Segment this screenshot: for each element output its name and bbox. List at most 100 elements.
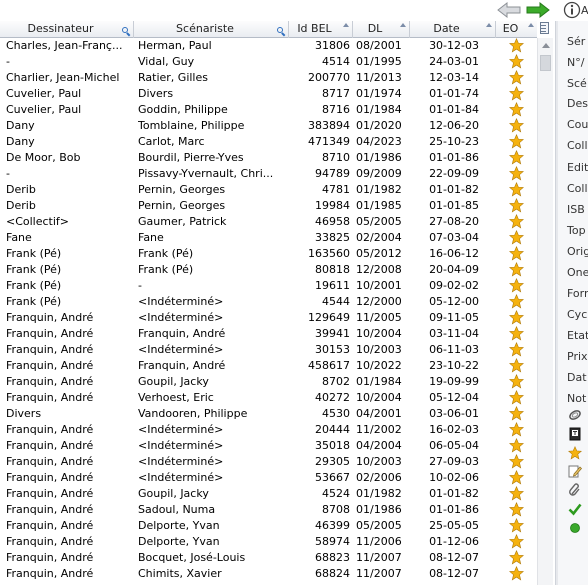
table-row[interactable]: Divers Vandooren, Philippe 4530 04/2001 03-0… — [0, 406, 537, 422]
detail-field-label: Coll — [567, 139, 588, 152]
table-row[interactable]: Frank (Pé) Frank (Pé) 163560 05/2012 16-06-1… — [0, 246, 537, 262]
star-icon — [567, 445, 583, 460]
col-header-dessinateur[interactable]: Dessinateur — [0, 21, 134, 38]
star-icon — [509, 246, 527, 262]
col-header-date[interactable]: Date — [410, 21, 496, 38]
table-row[interactable]: Dany Carlot, Marc 471349 04/2023 25-10-23 — [0, 134, 537, 150]
table-row[interactable]: Frank (Pé) - 19611 10/2001 09-02-02 — [0, 278, 537, 294]
star-icon — [509, 502, 527, 518]
cell-date: 01-01-86 — [429, 503, 479, 516]
cell-dl: 10/2022 — [356, 359, 402, 372]
detail-field-label: N°/ — [567, 56, 585, 69]
table-row[interactable]: Derib Pernin, Georges 19984 01/1985 01-01-85 — [0, 198, 537, 214]
cell-id-bel: 94789 — [315, 167, 350, 180]
col-header-eo[interactable]: EO — [496, 21, 537, 38]
cell-dessinateur: Franquin, André — [6, 567, 94, 580]
cell-dl: 04/2001 — [356, 407, 402, 420]
table-row[interactable]: Charlier, Jean-Michel Ratier, Gilles 20077… — [0, 70, 537, 86]
cell-dessinateur: Franquin, André — [6, 535, 94, 548]
cell-id-bel: 471349 — [308, 135, 350, 148]
back-arrow-icon[interactable] — [497, 2, 521, 18]
table-row[interactable]: Cuvelier, Paul Goddin, Philippe 8716 01/198… — [0, 102, 537, 118]
cell-id-bel: 30153 — [315, 343, 350, 356]
table-row[interactable]: Cuvelier, Paul Divers 8717 01/1974 01-01-74 — [0, 86, 537, 102]
cell-date: 16-06-12 — [429, 247, 479, 260]
cell-date: 03-11-04 — [429, 327, 479, 340]
star-icon — [509, 214, 527, 230]
cell-dessinateur: Derib — [6, 183, 36, 196]
search-icon[interactable] — [122, 27, 131, 37]
cell-id-bel: 4530 — [322, 407, 350, 420]
table-row[interactable]: Franquin, André Goupil, Jacky 4524 01/1982 0… — [0, 486, 537, 502]
cell-dessinateur: Franquin, André — [6, 359, 94, 372]
col-header-label: Date — [433, 22, 460, 35]
star-icon — [509, 358, 527, 374]
table-row[interactable]: De Moor, Bob Bourdil, Pierre-Yves 8710 01/1… — [0, 150, 537, 166]
table-row[interactable]: Fane Fane 33825 02/2004 07-03-04 — [0, 230, 537, 246]
cell-id-bel: 200770 — [308, 71, 350, 84]
table-row[interactable]: Dany Tomblaine, Philippe 383894 01/2020 12-0… — [0, 118, 537, 134]
cell-scenariste: <Indéterminé> — [138, 439, 224, 452]
table-row[interactable]: Frank (Pé) Frank (Pé) 80818 12/2008 20-04-09 — [0, 262, 537, 278]
table-row[interactable]: Franquin, André <Indéterminé> 29305 10/2003… — [0, 454, 537, 470]
table-row[interactable]: Franquin, André Goupil, Jacky 8702 01/1984 1… — [0, 374, 537, 390]
cell-dl: 01/1995 — [356, 55, 402, 68]
table-row[interactable]: Franquin, André <Indéterminé> 20444 11/2002… — [0, 422, 537, 438]
cell-scenariste: Vandooren, Philippe — [138, 407, 248, 420]
table-row[interactable]: Franquin, André Bocquet, José-Louis 68823 1… — [0, 550, 537, 566]
detail-panel: Sér N°/ Scé Des Cou Coll Edit Coll ISB Top Orig One… — [558, 21, 588, 585]
sort-asc-icon — [528, 23, 534, 27]
table-row[interactable]: - Pissavy-Yvernault, Chri... 94789 09/2009 2… — [0, 166, 537, 182]
table-row[interactable]: Frank (Pé) <Indéterminé> 4544 12/2000 05-12-… — [0, 294, 537, 310]
cell-date: 05-12-00 — [429, 295, 479, 308]
star-icon — [509, 550, 527, 566]
cell-id-bel: 19611 — [315, 279, 350, 292]
table-row[interactable]: - Vidal, Guy 4514 01/1995 24-03-01 — [0, 54, 537, 70]
cell-id-bel: 68824 — [315, 567, 350, 580]
table-row[interactable]: Franquin, André <Indéterminé> 30153 10/2003… — [0, 342, 537, 358]
star-icon — [509, 326, 527, 342]
search-icon[interactable] — [277, 27, 286, 37]
forward-arrow-icon[interactable] — [526, 2, 550, 18]
cell-id-bel: 163560 — [308, 247, 350, 260]
cell-dl: 01/1982 — [356, 183, 402, 196]
cell-date: 08-12-07 — [429, 551, 479, 564]
table-row[interactable]: Franquin, André <Indéterminé> 35018 04/2004… — [0, 438, 537, 454]
table-row[interactable]: Franquin, André Sadoul, Numa 8708 01/1986 01… — [0, 502, 537, 518]
clip-icon — [568, 408, 582, 422]
table-row[interactable]: Franquin, André <Indéterminé> 53667 02/2006… — [0, 470, 537, 486]
cell-dl: 01/1982 — [356, 487, 402, 500]
table-row[interactable]: <Collectif> Gaumer, Patrick 46958 05/2005 27… — [0, 214, 537, 230]
table-row[interactable]: Franquin, André Delporte, Yvan 58974 11/200… — [0, 534, 537, 550]
star-icon — [509, 310, 527, 326]
table-row[interactable]: Franquin, André <Indéterminé> 129649 11/200… — [0, 310, 537, 326]
cell-date: 10-02-06 — [429, 471, 479, 484]
star-icon — [509, 230, 527, 246]
table-row[interactable]: Charles, Jean-Franç... Herman, Paul 31806 0… — [0, 38, 537, 54]
scroll-up-icon[interactable] — [542, 43, 550, 48]
star-icon — [509, 118, 527, 134]
cell-id-bel: 46958 — [315, 215, 350, 228]
cell-dl: 12/2000 — [356, 295, 402, 308]
table-row[interactable]: Franquin, André Franquin, André 39941 10/20… — [0, 326, 537, 342]
table-row[interactable]: Franquin, André Verhoest, Eric 40272 10/200… — [0, 390, 537, 406]
col-header-id-bel[interactable]: Id BEL — [289, 21, 353, 38]
col-header-scenariste[interactable]: Scénariste — [134, 21, 289, 38]
info-icon[interactable] — [563, 1, 581, 19]
scroll-thumb[interactable] — [540, 55, 551, 71]
sort-asc-icon — [400, 23, 406, 27]
vertical-scrollbar[interactable] — [537, 38, 553, 585]
column-config-icon[interactable] — [539, 22, 550, 36]
col-header-dl[interactable]: DL — [353, 21, 410, 38]
table-row[interactable]: Franquin, André Chimits, Xavier 68824 11/20… — [0, 566, 537, 582]
cell-scenariste: <Indéterminé> — [138, 423, 224, 436]
check-icon — [568, 502, 582, 516]
table-row[interactable]: Franquin, André Delporte, Yvan 46399 05/200… — [0, 518, 537, 534]
cell-dl: 08/2001 — [356, 39, 402, 52]
detail-field-label: Sér — [567, 35, 586, 48]
detail-field-label: Forr — [567, 287, 588, 300]
grid-header: Dessinateur Scénariste Id BEL DL Date EO — [0, 21, 537, 38]
table-row[interactable]: Franquin, André Franquin, André 458617 10/2… — [0, 358, 537, 374]
cell-date: 06-11-03 — [429, 343, 479, 356]
table-row[interactable]: Derib Pernin, Georges 4781 01/1982 01-01-82 — [0, 182, 537, 198]
